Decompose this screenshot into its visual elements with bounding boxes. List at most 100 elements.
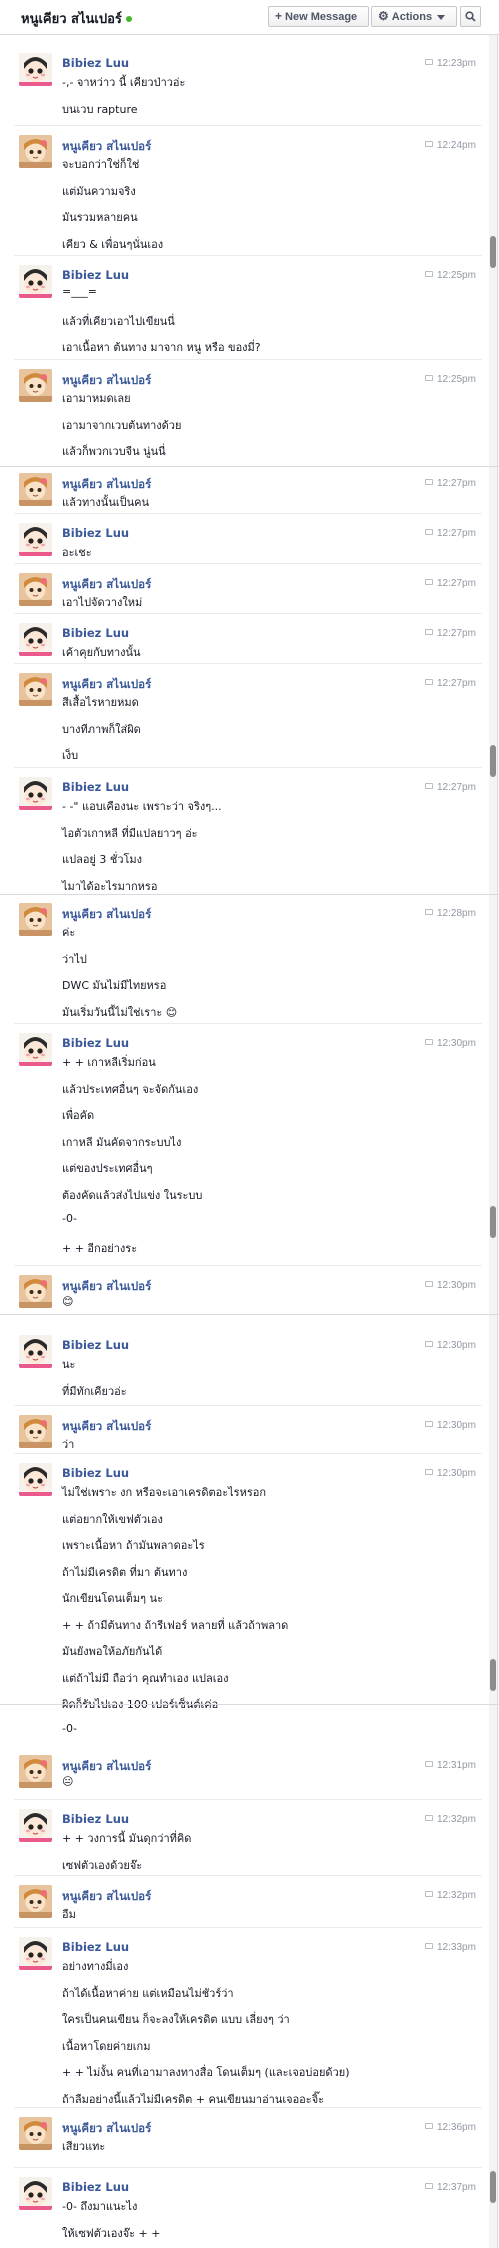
avatar[interactable] [19,1809,52,1842]
scrollbar-thumb[interactable] [490,2171,496,2203]
scrollbar-track[interactable] [489,1705,497,2248]
avatar[interactable] [19,2177,52,2210]
message-text: -0- [62,1212,77,1225]
avatar[interactable] [19,2117,52,2150]
avatar-image [19,2177,52,2210]
message-timestamp: 12:30pm [425,1468,476,1479]
chat-bubble-icon [425,1469,433,1476]
new-message-button[interactable]: + New Message [268,6,369,27]
avatar[interactable] [19,1885,52,1918]
message-text: เอาไปจัดวางใหม่ [62,596,143,609]
sender-name[interactable]: Bibiez Luu [62,56,129,70]
message-text: + + วงการนี้ มันดุกว่าที่คิด [62,1832,192,1845]
message-text: -,- จาหว่าว นี้ เคียวป่าวอ่ะ [62,76,186,89]
avatar[interactable] [19,1033,52,1066]
message-text: + + เกาหลีเริ่มก่อน [62,1056,156,1069]
sender-name[interactable]: หนูเคียว สไนเปอร์ [62,1888,151,1906]
sender-name[interactable]: หนูเคียว สไนเปอร์ [62,676,151,694]
sender-name[interactable]: หนูเคียว สไนเปอร์ [62,1758,151,1776]
message-separator [14,513,482,514]
timestamp-text: 12:24pm [437,140,476,151]
avatar[interactable] [19,265,52,298]
avatar[interactable] [19,1937,52,1970]
search-button[interactable] [460,6,481,27]
sender-name[interactable]: Bibiez Luu [62,780,129,794]
message-timestamp: 12:25pm [425,374,476,385]
message-text: นักเขียนโดนเต็มๆ นะ [62,1592,163,1605]
scrollbar-track[interactable] [489,467,497,894]
sender-name[interactable]: Bibiez Luu [62,1466,129,1480]
avatar[interactable] [19,573,52,606]
avatar[interactable] [19,1335,52,1368]
message-timestamp: 12:32pm [425,1890,476,1901]
sender-name[interactable]: Bibiez Luu [62,268,129,282]
chat-bubble-icon [425,909,433,916]
message-timestamp: 12:27pm [425,528,476,539]
panel-border [497,1315,498,1704]
sender-name[interactable]: Bibiez Luu [62,626,129,640]
sender-name[interactable]: หนูเคียว สไนเปอร์ [62,576,151,594]
timestamp-text: 12:36pm [437,2122,476,2133]
sender-name[interactable]: หนูเคียว สไนเปอร์ [62,1418,151,1436]
sender-name[interactable]: Bibiez Luu [62,1940,129,1954]
avatar[interactable] [19,1275,52,1308]
sender-name[interactable]: Bibiez Luu [62,1338,129,1352]
sender-name[interactable]: Bibiez Luu [62,1812,129,1826]
message-panel: หนูเคียว สไนเปอร์ 12:31pm 😐 Bibiez Luu 12:32… [0,1704,499,2248]
avatar[interactable] [19,369,52,402]
scrollbar-thumb[interactable] [490,1206,496,1238]
message-timestamp: 12:30pm [425,1280,476,1291]
avatar[interactable] [19,1755,52,1788]
message-text: แล้วที่เคียวเอาไปเขียนนี่ [62,314,175,328]
message-separator [14,1875,482,1876]
sender-name[interactable]: หนูเคียว สไนเปอร์ [62,372,151,390]
scrollbar-thumb[interactable] [490,745,496,777]
conversation-title-text[interactable]: หนูเคียว สไนเปอร์ [21,12,122,27]
scrollbar-track[interactable] [489,895,497,1314]
sender-name[interactable]: Bibiez Luu [62,2180,129,2194]
message-text: เนื้อหาโดยค่ายเกม [62,2039,151,2053]
message-text: อืม [62,1908,76,1921]
message-separator [14,255,482,256]
sender-name[interactable]: หนูเคียว สไนเปอร์ [62,476,151,494]
sender-name[interactable]: หนูเคียว สไนเปอร์ [62,1278,151,1296]
message-panel: Bibiez Luu 12:23pm -,- จาหว่าว นี้ เคียวป่… [0,34,499,466]
avatar-image [19,673,52,706]
avatar[interactable] [19,623,52,656]
avatar[interactable] [19,523,52,556]
message-separator [14,613,482,614]
message-timestamp: 12:27pm [425,782,476,793]
chat-bubble-icon [425,271,433,278]
conversation-title[interactable]: หนูเคียว สไนเปอร์ [21,8,132,29]
avatar-image [19,1937,52,1970]
avatar[interactable] [19,53,52,86]
chat-bubble-icon [425,1341,433,1348]
scrollbar-track[interactable] [489,1315,497,1704]
panel-border [497,35,498,466]
sender-name[interactable]: หนูเคียว สไนเปอร์ [62,2120,151,2138]
timestamp-text: 12:23pm [437,58,476,69]
chat-bubble-icon [425,1039,433,1046]
avatar[interactable] [19,777,52,810]
avatar-image [19,473,52,506]
sender-name[interactable]: Bibiez Luu [62,1036,129,1050]
sender-name[interactable]: หนูเคียว สไนเปอร์ [62,138,151,156]
avatar[interactable] [19,473,52,506]
avatar[interactable] [19,1463,52,1496]
avatar[interactable] [19,903,52,936]
message-text: ว่า [62,1438,75,1451]
avatar[interactable] [19,673,52,706]
sender-name[interactable]: Bibiez Luu [62,526,129,540]
sender-name[interactable]: หนูเคียว สไนเปอร์ [62,906,151,924]
message-panel: Bibiez Luu 12:30pm นะ ที่มีทักเคียวอ่ะ หนูเค… [0,1314,499,1735]
scrollbar-thumb[interactable] [490,236,496,268]
avatar[interactable] [19,135,52,168]
scrollbar-thumb[interactable] [490,1659,496,1691]
timestamp-text: 12:25pm [437,270,476,281]
avatar[interactable] [19,1415,52,1448]
message-text: 😐 [62,1775,74,1788]
actions-dropdown-button[interactable]: ⚙ Actions [371,6,457,27]
message-text: แต่ถ้าไม่มี ถือว่า คุณทำเอง แปลเอง [62,1671,229,1685]
message-text: ต้องคัดแล้วส่งไปแข่ง ในระบบ [62,1188,203,1202]
panel-border [497,895,498,1314]
